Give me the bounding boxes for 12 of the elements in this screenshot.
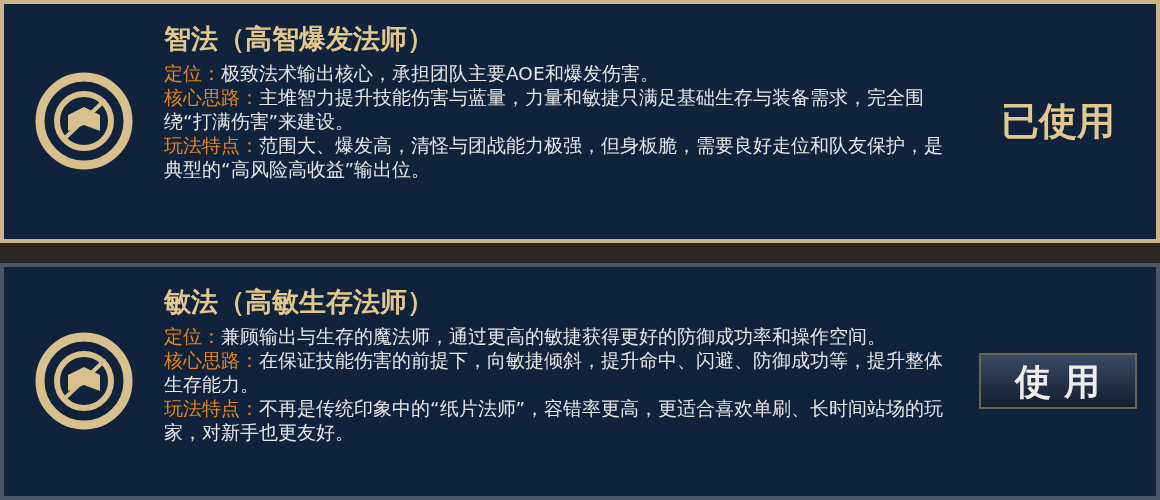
book-staff-emblem-icon [34, 71, 134, 172]
book-staff-emblem-icon [34, 331, 134, 432]
build-description: 核心思路：主堆智力提升技能伤害与蓝量，力量和敏捷只满足基础生存与装备需求，完全围绕“打满伤害”来建设。 [164, 86, 925, 134]
use-button[interactable]: 使 用 [978, 353, 1137, 410]
build-title: 智法（高智爆发法师） [164, 22, 435, 56]
used-status: 已使用 [1000, 97, 1115, 145]
build-description: 玩法特点：不再是传统印象中的“纸片法师”，容错率更高，更适合喜欢单刷、长时间站场的玩家，对新手也更友好。 [164, 396, 945, 445]
build-description: 玩法特点：范围大、爆发高，清怪与团战能力极强，但身板脆，需要良好走位和队友保护，是典型的“高风险高收益”输出位。 [164, 134, 944, 182]
build-description: 定位：兼顾输出与生存的魔法师，通过更高的敏捷获得更好的防御成功率和操作空间。 [164, 324, 887, 349]
build-title: 敏法（高敏生存法师） [164, 284, 435, 319]
build-description: 定位：极致法术输出核心，承担团队主要AOE和爆发伤害。 [164, 62, 660, 86]
build-description: 核心思路：在保证技能伤害的前提下，向敏捷倾斜，提升命中、闪避、防御成功等，提升整体生存能力。 [164, 348, 944, 397]
